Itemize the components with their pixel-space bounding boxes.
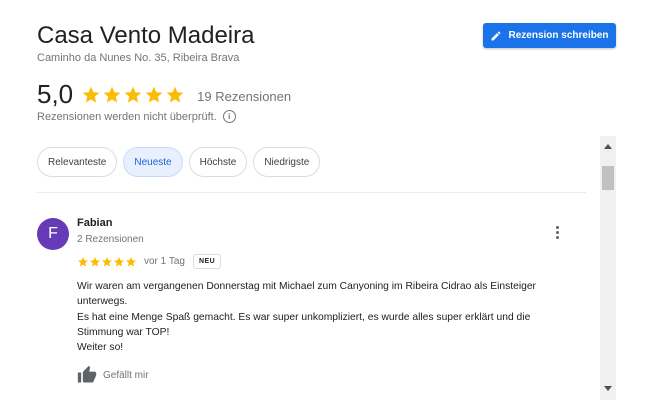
sort-chip-niedrigste[interactable]: Niedrigste bbox=[253, 147, 321, 177]
star-icon bbox=[145, 86, 163, 102]
review-text: Wir waren am vergangenen Donnerstag mit … bbox=[77, 279, 577, 355]
review-text-line: Wir waren am vergangenen Donnerstag mit … bbox=[77, 281, 536, 308]
like-button[interactable]: Gefällt mir bbox=[77, 365, 149, 385]
sort-chip-hoechste[interactable]: Höchste bbox=[188, 147, 248, 177]
review-stars bbox=[77, 256, 137, 268]
rating-summary: 5,0 19 Rezensionen bbox=[37, 79, 291, 110]
thumbs-up-icon bbox=[77, 365, 97, 383]
star-icon bbox=[102, 256, 112, 266]
info-icon[interactable]: i bbox=[222, 110, 236, 123]
rating-value: 5,0 bbox=[37, 79, 74, 109]
star-icon bbox=[126, 256, 136, 266]
reviewer-name[interactable]: Fabian bbox=[77, 217, 112, 229]
new-badge: NEU bbox=[192, 254, 222, 269]
place-title: Casa Vento Madeira bbox=[37, 22, 255, 49]
scroll-down-arrow-icon[interactable] bbox=[600, 380, 616, 396]
sort-chips: Relevanteste Neueste Höchste Niedrigste bbox=[37, 147, 321, 177]
star-icon bbox=[78, 256, 88, 266]
divider bbox=[37, 192, 586, 193]
reviewer-review-count: 2 Rezensionen bbox=[77, 234, 144, 245]
review-count[interactable]: 19 Rezensionen bbox=[197, 89, 291, 104]
sort-chip-relevanteste[interactable]: Relevanteste bbox=[37, 147, 118, 177]
review-meta: vor 1 Tag NEU bbox=[77, 254, 222, 269]
place-address: Caminho da Nunes No. 35, Ribeira Brava bbox=[37, 52, 240, 64]
scrollbar-thumb[interactable] bbox=[602, 166, 614, 190]
reviews-disclaimer: Rezensionen werden nicht überprüft. i bbox=[37, 110, 236, 123]
disclaimer-text: Rezensionen werden nicht überprüft. bbox=[37, 110, 217, 123]
write-review-button[interactable]: Rezension schreiben bbox=[483, 23, 616, 48]
sort-chip-neueste[interactable]: Neueste bbox=[123, 147, 183, 177]
scrollbar[interactable] bbox=[600, 136, 616, 400]
star-icon bbox=[82, 86, 100, 102]
rating-stars bbox=[81, 85, 185, 105]
review-age: vor 1 Tag bbox=[144, 256, 185, 267]
star-icon bbox=[114, 256, 124, 266]
star-icon bbox=[103, 86, 121, 102]
avatar[interactable]: F bbox=[37, 218, 69, 250]
star-icon bbox=[90, 256, 100, 266]
star-icon bbox=[166, 86, 184, 102]
write-review-label: Rezension schreiben bbox=[508, 30, 609, 41]
review-text-line: Weiter so! bbox=[77, 342, 124, 354]
review-text-line: Es hat eine Menge Spaß gemacht. Es war s… bbox=[77, 311, 531, 338]
pencil-icon bbox=[491, 30, 501, 40]
more-options-icon[interactable] bbox=[551, 224, 563, 240]
star-icon bbox=[124, 86, 142, 102]
scroll-up-arrow-icon[interactable] bbox=[600, 138, 616, 154]
like-label: Gefällt mir bbox=[103, 369, 149, 381]
